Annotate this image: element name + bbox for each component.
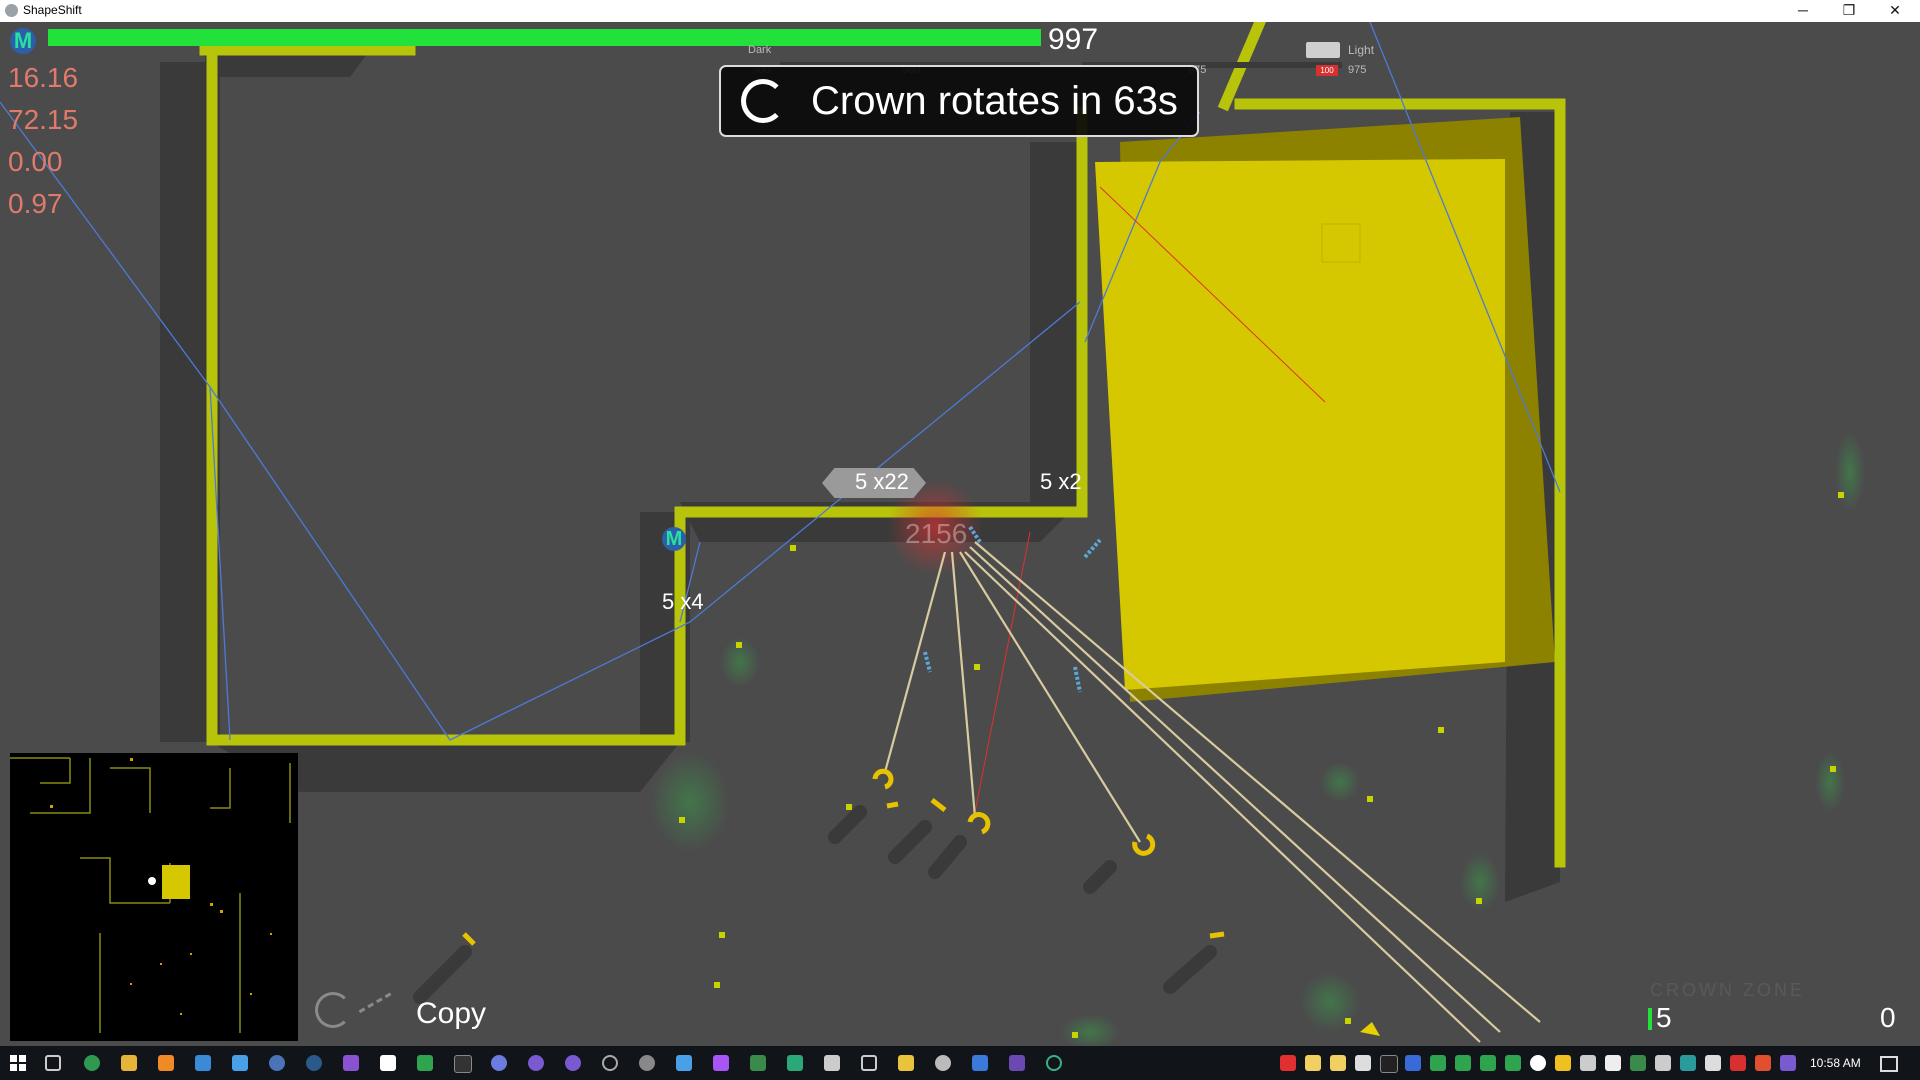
yellow-block bbox=[1095, 159, 1505, 690]
minimap-drawing bbox=[10, 757, 291, 1033]
vs-code-icon[interactable] bbox=[380, 1055, 396, 1071]
taskbar-clock[interactable]: 10:58 AM bbox=[1810, 1056, 1861, 1070]
tray-gear-icon[interactable] bbox=[1580, 1055, 1596, 1071]
terminal-icon[interactable] bbox=[454, 1055, 472, 1073]
tray-chevron-icon[interactable] bbox=[1755, 1055, 1771, 1071]
snipping-icon[interactable] bbox=[972, 1055, 988, 1071]
score-right: 0 bbox=[1880, 1002, 1896, 1033]
app-icon-4[interactable] bbox=[824, 1055, 840, 1071]
tray-monitor-icon[interactable] bbox=[1380, 1055, 1398, 1073]
app-logo-icon bbox=[5, 4, 18, 17]
tray-h-icon-2[interactable] bbox=[1480, 1055, 1496, 1071]
tray-star-icon[interactable] bbox=[1555, 1055, 1571, 1071]
tray-vs-icon[interactable] bbox=[1630, 1055, 1646, 1071]
edge-icon[interactable] bbox=[528, 1055, 544, 1071]
enemy-tag: 2156 bbox=[905, 518, 968, 549]
score-left: 5 bbox=[1656, 1002, 1672, 1033]
notifications-icon[interactable] bbox=[1880, 1056, 1898, 1072]
tray-red-icon[interactable] bbox=[1280, 1055, 1296, 1071]
game-viewport[interactable]: M M 997 16.16 72.15 0.00 0.97 Dark Light… bbox=[0, 22, 1920, 1046]
tray-note-icon-2[interactable] bbox=[1330, 1055, 1346, 1071]
vs-icon-2[interactable] bbox=[750, 1055, 766, 1071]
copy-label: Copy bbox=[416, 997, 487, 1030]
tray-nvidia-icon[interactable] bbox=[1430, 1055, 1446, 1071]
tray-display-icon[interactable] bbox=[1655, 1055, 1671, 1071]
debug-stat-1: 16.16 bbox=[8, 62, 79, 93]
tray-chart-icon[interactable] bbox=[1405, 1055, 1421, 1071]
close-button[interactable]: ✕ bbox=[1872, 0, 1918, 22]
dark-team-label: Dark bbox=[748, 44, 772, 56]
paint-icon[interactable] bbox=[898, 1055, 914, 1071]
crown-timer-panel: Crown rotates in 63s bbox=[719, 65, 1199, 137]
window-title: ShapeShift bbox=[23, 3, 82, 17]
tray-h-icon[interactable] bbox=[1455, 1055, 1471, 1071]
settings-icon[interactable] bbox=[639, 1055, 655, 1071]
health-bar-fill bbox=[48, 29, 1041, 46]
clock-icon[interactable] bbox=[602, 1055, 618, 1071]
team-flag-badge: 100 bbox=[1316, 65, 1338, 76]
chrome-icon[interactable] bbox=[84, 1055, 100, 1071]
tray-battery-icon[interactable] bbox=[1605, 1055, 1621, 1071]
loading-spinner-icon bbox=[741, 79, 785, 123]
discord-icon[interactable] bbox=[491, 1055, 507, 1071]
m-marker-icon: M bbox=[10, 28, 36, 54]
tray-network-icon[interactable] bbox=[1680, 1055, 1696, 1071]
debug-stat-3: 0.00 bbox=[8, 146, 63, 177]
light-score: 975 bbox=[1348, 64, 1367, 76]
tray-drive-icon[interactable] bbox=[1355, 1055, 1371, 1071]
tray-icons bbox=[1280, 1055, 1800, 1073]
visual-studio-icon[interactable] bbox=[343, 1055, 359, 1071]
minimize-button[interactable]: ─ bbox=[1780, 0, 1826, 22]
tray-red-icon-2[interactable] bbox=[1730, 1055, 1746, 1071]
windows-start-icon[interactable] bbox=[10, 1055, 26, 1071]
task-view-icon[interactable] bbox=[45, 1055, 61, 1071]
photos-icon[interactable] bbox=[676, 1055, 692, 1071]
restore-button[interactable]: ❐ bbox=[1826, 0, 1872, 22]
app-icon-2[interactable] bbox=[713, 1055, 729, 1071]
light-team-swatch bbox=[1306, 42, 1340, 58]
edge-icon-2[interactable] bbox=[565, 1055, 581, 1071]
media-icon[interactable] bbox=[158, 1055, 174, 1071]
minimap[interactable] bbox=[10, 753, 298, 1041]
window-icon[interactable] bbox=[861, 1055, 877, 1071]
app-icon-3[interactable] bbox=[787, 1055, 803, 1071]
crown-timer-text: Crown rotates in 63s bbox=[811, 79, 1178, 123]
health-bar bbox=[48, 29, 1044, 46]
volume-icon[interactable] bbox=[1705, 1055, 1721, 1071]
steam-icon[interactable] bbox=[269, 1055, 285, 1071]
crown-zone-watermark: CROWN ZONE bbox=[1650, 980, 1805, 1000]
tray-onenote-icon[interactable] bbox=[1780, 1055, 1796, 1071]
shapeshift-icon[interactable] bbox=[1046, 1055, 1062, 1071]
tray-shield-icon[interactable] bbox=[1530, 1055, 1546, 1071]
debug-stat-4: 0.97 bbox=[8, 188, 63, 219]
m-marker-icon-2: M bbox=[662, 527, 686, 551]
file-explorer-icon[interactable] bbox=[121, 1055, 137, 1071]
wall-label-top-right: 5 x2 bbox=[1040, 469, 1082, 494]
score-left-bar bbox=[1648, 1008, 1652, 1030]
tray-note-icon[interactable] bbox=[1305, 1055, 1321, 1071]
window-titlebar: ShapeShift ─ ❐ ✕ bbox=[0, 0, 1920, 23]
game-icon[interactable] bbox=[935, 1055, 951, 1071]
tray-h-icon-3[interactable] bbox=[1505, 1055, 1521, 1071]
health-value: 997 bbox=[1048, 23, 1099, 56]
light-team-label: Light bbox=[1348, 43, 1375, 57]
notepad-icon[interactable] bbox=[232, 1055, 248, 1071]
ca-icon[interactable] bbox=[1009, 1055, 1025, 1071]
debug-stat-2: 72.15 bbox=[8, 104, 79, 135]
windows-taskbar: 10:58 AM bbox=[0, 1046, 1920, 1080]
app-icon[interactable] bbox=[195, 1055, 211, 1071]
wall-label-left: 5 x4 bbox=[662, 589, 704, 614]
h-app-icon[interactable] bbox=[417, 1055, 433, 1071]
wall-label-top: 5 x22 bbox=[855, 469, 909, 494]
steam-icon-2[interactable] bbox=[306, 1055, 322, 1071]
copy-ability-icon[interactable] bbox=[315, 992, 351, 1028]
